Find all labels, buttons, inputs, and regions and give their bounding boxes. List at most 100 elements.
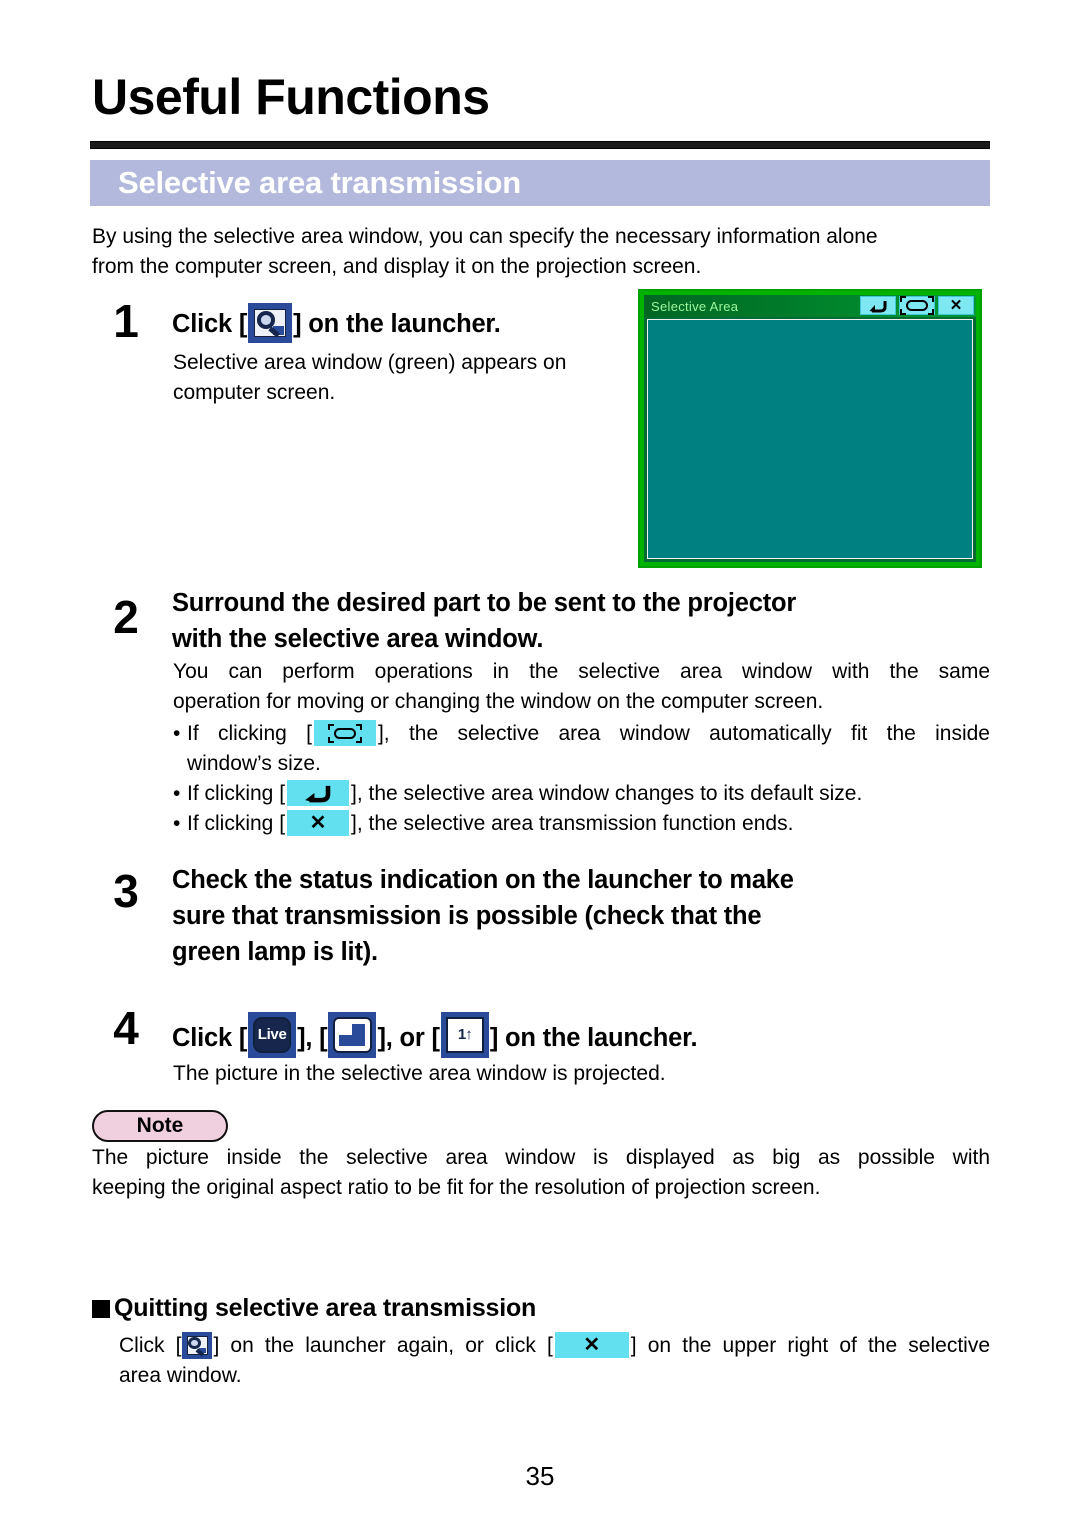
step-1-body-line-2: computer screen.	[173, 381, 336, 404]
fit-window-icon[interactable]	[313, 720, 376, 746]
step-2-number: 2	[113, 591, 139, 643]
selective-area-capture-region[interactable]	[647, 319, 973, 559]
step-1-heading-prefix: Click [	[172, 310, 248, 338]
launcher-selective-area-icon[interactable]	[182, 1332, 213, 1359]
selective-area-titlebar: Selective Area ✕	[644, 295, 976, 317]
fit-window-glyph	[314, 720, 376, 746]
close-x-icon[interactable]: ✕	[554, 1332, 629, 1358]
quitting-text-part-1: Click [	[119, 1334, 182, 1357]
default-size-back-arrow-icon[interactable]	[860, 296, 896, 315]
one-up-icon-label: 1↑	[457, 1025, 473, 1043]
close-x-icon[interactable]: ✕	[938, 296, 974, 315]
step-4-body: The picture in the selective area window…	[173, 1059, 990, 1089]
fit-window-rect	[333, 727, 356, 739]
step-1-heading-suffix: ] on the launcher.	[293, 310, 501, 338]
step-3-heading-line-1: Check the status indication on the launc…	[172, 866, 794, 894]
one-up-icon-inner: 1↑	[445, 1017, 485, 1053]
step-2-bullet-3-suffix: ], the selective area transmission funct…	[351, 812, 794, 835]
step-4-number: 4	[113, 1002, 139, 1054]
section-title: Selective area transmission	[118, 165, 521, 200]
bracket-bottom-left	[327, 736, 334, 743]
intro-line-2: from the computer screen, and display it…	[92, 255, 702, 278]
step-2-bullet-2-prefix: If clicking [	[187, 782, 286, 805]
selective-area-window-buttons: ✕	[860, 296, 974, 315]
magnifier-shape	[256, 311, 276, 329]
step-1-body: Selective area window (green) appears on…	[173, 348, 623, 408]
step-2-bullet-1-suffix: ], the selective area window automatical…	[377, 722, 990, 745]
quitting-line-1: Click [ ] on the launcher again, or clic…	[119, 1331, 990, 1361]
bracket-top-left	[327, 723, 334, 730]
bracket-bottom-right	[928, 309, 934, 315]
step-1-heading: Click [ ] on the launcher.	[172, 303, 501, 343]
page-title: Useful Functions	[92, 69, 490, 125]
step-2-bullet-1-continuation: window’s size.	[187, 752, 321, 775]
layout-shape	[339, 1023, 366, 1046]
default-size-back-arrow-icon[interactable]	[287, 780, 350, 806]
step-2-bullet-2-suffix: ], the selective area window changes to …	[351, 782, 863, 805]
quitting-text-part-3: ] on the upper right of the selective	[630, 1334, 990, 1357]
step-3-number: 3	[113, 865, 139, 917]
live-icon[interactable]: Live	[248, 1012, 297, 1058]
bracket-bottom-right	[355, 736, 362, 743]
intro-line-1: By using the selective area window, you …	[92, 225, 878, 248]
title-divider	[90, 141, 990, 149]
bracket-top-right	[928, 296, 934, 302]
selective-area-window-inner: Selective Area ✕	[644, 295, 976, 562]
step-2-bullet-2: If clicking [ ], the selective area wind…	[173, 779, 990, 809]
note-badge: Note	[92, 1110, 228, 1142]
step-2-body-line-2: operation for moving or changing the win…	[173, 690, 824, 713]
step-4-body-line-1: The picture in the selective area window…	[173, 1062, 666, 1085]
multi-layout-icon[interactable]	[328, 1012, 377, 1058]
quitting-heading: Quitting selective area transmission	[92, 1294, 536, 1323]
note-line-2: keeping the original aspect ratio to be …	[92, 1176, 821, 1199]
step-4-heading-part-3: ], or [	[377, 1024, 440, 1052]
page-number: 35	[525, 1461, 555, 1491]
bracket-top-right	[355, 723, 362, 730]
step-1-body-line-1: Selective area window (green) appears on	[173, 351, 567, 374]
fit-window-icon[interactable]	[899, 296, 935, 315]
quitting-body: Click [ ] on the launcher again, or clic…	[119, 1331, 990, 1391]
close-x-glyph: ✕	[583, 1334, 601, 1356]
intro-paragraph: By using the selective area window, you …	[92, 222, 990, 282]
step-4-heading: Click [ Live ], [ ], or [ 1↑ ] on the la…	[172, 1012, 698, 1058]
back-arrow-shape	[305, 785, 331, 803]
fit-window-rect	[906, 300, 928, 311]
bracket-bottom-left	[900, 309, 906, 315]
fit-window-glyph	[900, 296, 934, 315]
step-2-bullet-1-prefix: If clicking [	[187, 722, 312, 745]
layout-block-bottom	[339, 1034, 366, 1046]
step-2-body: You can perform operations in the select…	[173, 657, 990, 839]
step-2-heading-line-2: with the selective area window.	[172, 625, 544, 653]
step-2-bullet-3-prefix: If clicking [	[187, 812, 286, 835]
close-x-icon[interactable]: ✕	[287, 810, 350, 836]
quitting-text-part-2: ] on the launcher again, or click [	[213, 1334, 553, 1357]
back-arrow-glyph	[869, 300, 887, 312]
step-3-heading-line-2: sure that transmission is possible (chec…	[172, 902, 762, 930]
note-line-1: The picture inside the selective area wi…	[92, 1146, 990, 1169]
live-icon-inner: Live	[252, 1017, 292, 1053]
step-3-heading-line-3: green lamp is lit).	[172, 938, 378, 966]
step-2-bullet-1: If clicking [ ], the selective area wind…	[173, 719, 990, 749]
step-2-body-line-1: You can perform operations in the select…	[173, 660, 990, 683]
quitting-line-2: area window.	[119, 1364, 242, 1387]
one-up-icon[interactable]: 1↑	[440, 1012, 489, 1058]
manual-page: Useful Functions Selective area transmis…	[0, 0, 1080, 1532]
step-2-bullet-3: If clicking [ ✕ ], the selective area tr…	[173, 809, 990, 839]
layout-block-top-right	[352, 1023, 366, 1035]
step-4-heading-part-2: ], [	[297, 1024, 328, 1052]
bracket-top-left	[900, 296, 906, 302]
step-4-heading-part-4: ] on the launcher.	[489, 1024, 698, 1052]
step-2-heading: Surround the desired part to be sent to …	[172, 585, 990, 657]
back-arrow-glyph	[287, 780, 349, 806]
section-header-band: Selective area transmission	[90, 160, 990, 206]
launcher-selective-area-icon[interactable]	[248, 303, 293, 343]
close-x-glyph: ✕	[309, 812, 327, 834]
quitting-heading-label: Quitting selective area transmission	[114, 1294, 537, 1322]
live-icon-label: Live	[257, 1025, 287, 1043]
note-body: The picture inside the selective area wi…	[92, 1143, 990, 1203]
step-4-heading-part-1: Click [	[172, 1024, 248, 1052]
selective-area-window-title: Selective Area	[651, 298, 739, 314]
fit-window-shape	[327, 723, 362, 743]
step-3-heading: Check the status indication on the launc…	[172, 862, 990, 970]
close-x-glyph: ✕	[949, 297, 963, 314]
